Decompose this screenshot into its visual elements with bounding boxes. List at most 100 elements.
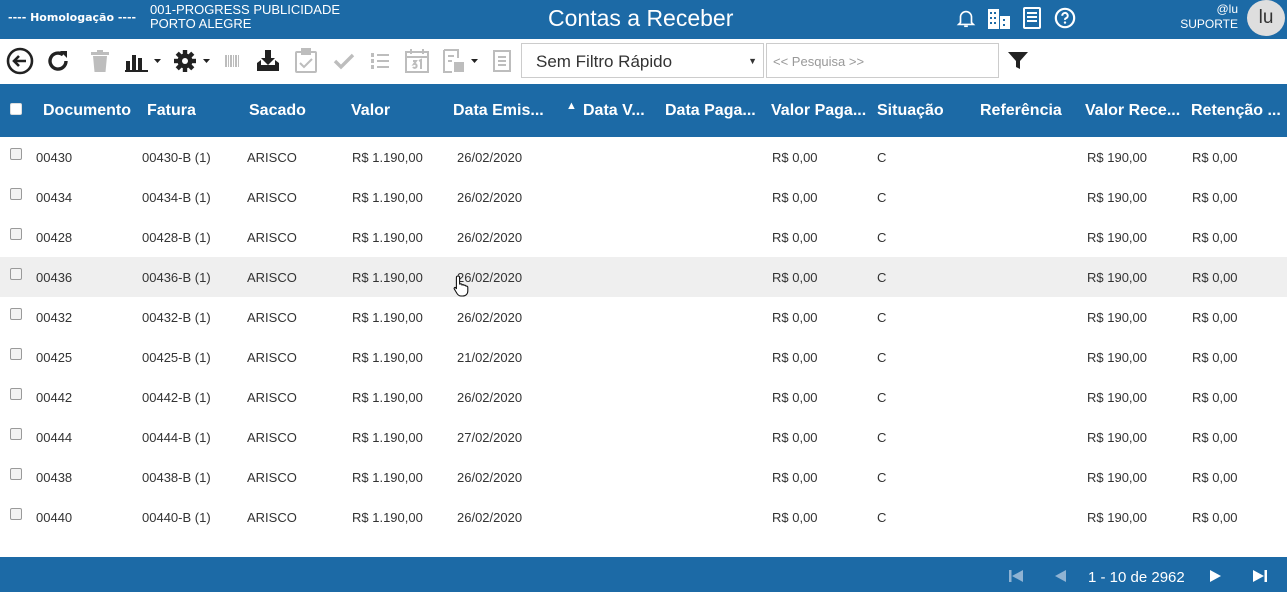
column-header-sacado[interactable]: Sacado [249,102,306,120]
table-row[interactable]: 00430 00430-B (1) ARISCO R$ 1.190,00 26/… [0,137,1287,177]
back-icon[interactable] [6,47,34,75]
cell-sacado: ARISCO [247,350,297,365]
table-row[interactable]: 00428 00428-B (1) ARISCO R$ 1.190,00 26/… [0,217,1287,257]
first-page-icon[interactable] [1009,569,1023,587]
column-header-data-emissao[interactable]: Data Emis... [453,102,544,120]
previous-page-icon[interactable] [1054,569,1066,587]
row-checkbox[interactable] [10,468,22,480]
cell-retencao: R$ 0,00 [1192,430,1238,445]
buildings-icon[interactable] [987,6,1011,30]
cell-data-emissao: 26/02/2020 [457,470,523,485]
table-row[interactable]: 00444 00444-B (1) ARISCO R$ 1.190,00 27/… [0,417,1287,457]
numbered-list-icon[interactable] [370,47,390,75]
cell-retencao: R$ 0,00 [1192,310,1238,325]
cell-valor-pago: R$ 0,00 [772,230,818,245]
row-checkbox[interactable] [10,268,22,280]
table-row[interactable]: 00434 00434-B (1) ARISCO R$ 1.190,00 26/… [0,177,1287,217]
column-header-data-vencimento[interactable]: Data V... [583,102,645,120]
cell-valor-receber: R$ 190,00 [1087,150,1147,165]
column-header-documento[interactable]: Documento [43,102,131,120]
cell-sacado: ARISCO [247,270,297,285]
last-page-icon[interactable] [1253,569,1267,587]
table-row[interactable]: 00436 00436-B (1) ARISCO R$ 1.190,00 26/… [0,257,1287,297]
cell-valor: R$ 1.190,00 [352,430,423,445]
cell-valor-pago: R$ 0,00 [772,390,818,405]
help-icon[interactable] [1053,6,1077,30]
cell-situacao: C [877,430,887,445]
row-checkbox[interactable] [10,228,22,240]
column-header-referencia[interactable]: Referência [980,102,1062,120]
user-info[interactable]: @lu SUPORTE [1170,2,1238,32]
avatar[interactable]: lu [1247,0,1285,36]
cell-sacado: ARISCO [247,390,297,405]
bell-icon[interactable] [954,6,978,30]
cell-valor: R$ 1.190,00 [352,230,423,245]
column-header-fatura[interactable]: Fatura [147,102,196,120]
table-header: Documento Fatura Sacado Valor Data Emis.… [0,84,1287,137]
report-icon[interactable] [442,47,482,75]
table-row[interactable]: 00425 00425-B (1) ARISCO R$ 1.190,00 21/… [0,337,1287,377]
clipboard-check-icon[interactable] [294,47,318,75]
next-page-icon[interactable] [1210,569,1222,587]
row-checkbox[interactable] [10,348,22,360]
chart-icon[interactable] [124,47,164,75]
toolbar: Sem Filtro Rápido ▼ << Pesquisa >> [0,39,1287,84]
cell-sacado: ARISCO [247,430,297,445]
company-info[interactable]: 001-PROGRESS PUBLICIDADE PORTO ALEGRE [150,3,340,31]
cell-fatura: 00438-B (1) [142,470,211,485]
user-role: SUPORTE [1180,17,1238,31]
cell-fatura: 00425-B (1) [142,350,211,365]
select-all-checkbox[interactable] [10,103,22,115]
table-row[interactable]: 00438 00438-B (1) ARISCO R$ 1.190,00 26/… [0,457,1287,497]
cell-valor: R$ 1.190,00 [352,510,423,525]
quick-filter-select[interactable]: Sem Filtro Rápido ▼ [521,43,764,78]
cell-data-emissao: 26/02/2020 [457,510,523,525]
table-row[interactable]: 00432 00432-B (1) ARISCO R$ 1.190,00 26/… [0,297,1287,337]
cell-fatura: 00444-B (1) [142,430,211,445]
cell-documento: 00436 [36,270,73,285]
cell-retencao: R$ 0,00 [1192,510,1238,525]
pagination-bar: 1 - 10 de 2962 [0,557,1287,592]
row-checkbox[interactable] [10,428,22,440]
cell-situacao: C [877,270,887,285]
column-header-retencao[interactable]: Retenção ... [1191,102,1281,120]
row-checkbox[interactable] [10,308,22,320]
table-row[interactable]: 00440 00440-B (1) ARISCO R$ 1.190,00 26/… [0,497,1287,537]
cell-valor-pago: R$ 0,00 [772,270,818,285]
cell-valor-pago: R$ 0,00 [772,310,818,325]
cell-situacao: C [877,510,887,525]
settings-icon[interactable] [172,47,212,75]
trash-icon[interactable] [89,47,111,75]
row-checkbox[interactable] [10,388,22,400]
column-header-valor-pago[interactable]: Valor Paga... [771,102,866,120]
cell-documento: 00428 [36,230,73,245]
check-icon[interactable] [333,47,355,75]
cell-documento: 00442 [36,390,73,405]
cell-valor: R$ 1.190,00 [352,190,423,205]
cell-fatura: 00434-B (1) [142,190,211,205]
row-checkbox[interactable] [10,148,22,160]
column-header-situacao[interactable]: Situação [877,102,944,120]
filter-icon[interactable] [1007,51,1029,76]
barcode-icon[interactable] [224,47,240,75]
column-header-valor[interactable]: Valor [351,102,390,120]
document-icon[interactable] [1020,6,1044,30]
row-checkbox[interactable] [10,508,22,520]
environment-label: ---- Homologação ---- [8,11,137,24]
cell-situacao: C [877,310,887,325]
calendar-icon[interactable] [404,47,430,75]
download-icon[interactable] [255,47,281,75]
cell-valor-receber: R$ 190,00 [1087,310,1147,325]
cell-valor: R$ 1.190,00 [352,390,423,405]
cell-data-emissao: 26/02/2020 [457,230,523,245]
column-header-data-pagamento[interactable]: Data Paga... [665,102,756,120]
table-row[interactable]: 00442 00442-B (1) ARISCO R$ 1.190,00 26/… [0,377,1287,417]
refresh-icon[interactable] [45,47,71,75]
app-header: ---- Homologação ---- 001-PROGRESS PUBLI… [0,0,1287,39]
cell-valor: R$ 1.190,00 [352,350,423,365]
cell-sacado: ARISCO [247,310,297,325]
list-icon[interactable] [492,47,512,75]
row-checkbox[interactable] [10,188,22,200]
column-header-valor-receber[interactable]: Valor Rece... [1085,102,1180,120]
search-input[interactable]: << Pesquisa >> [766,43,999,78]
